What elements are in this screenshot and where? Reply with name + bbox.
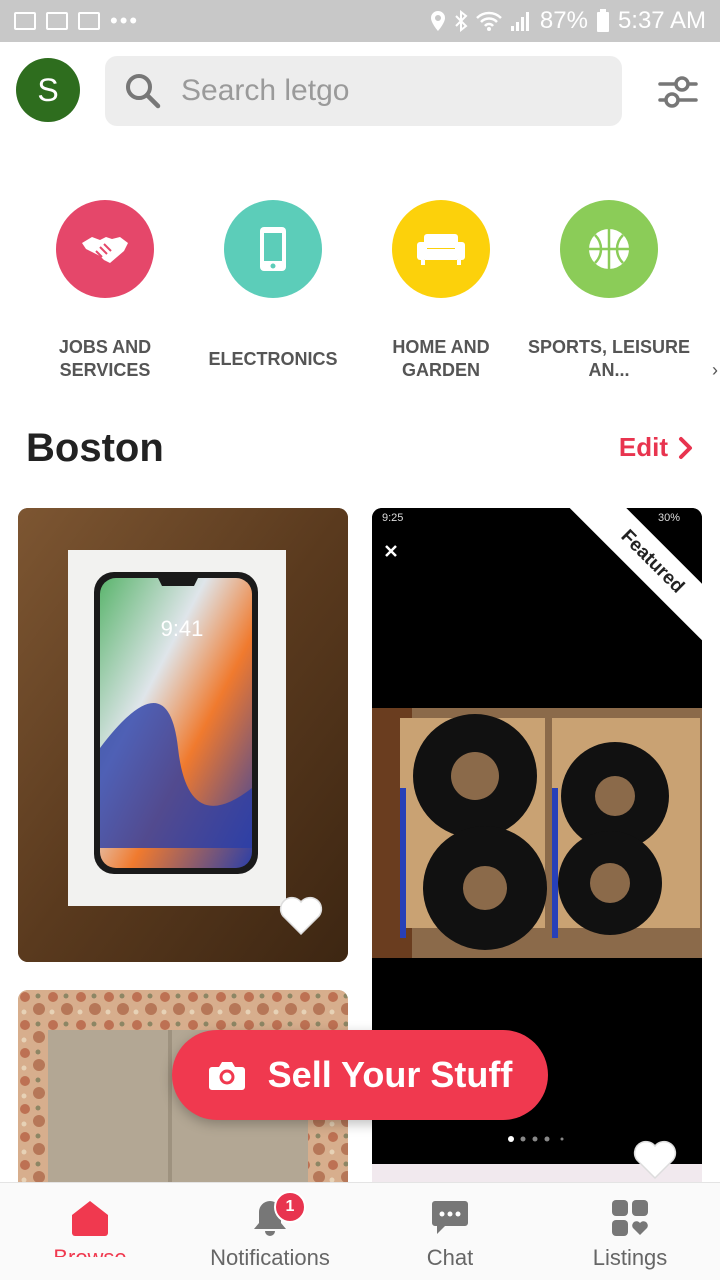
- category-label: ELECTRONICS: [208, 348, 338, 369]
- location-title: Boston: [26, 426, 164, 470]
- sofa-icon: [417, 234, 465, 265]
- sell-button-label: Sell Your Stuff: [267, 1054, 513, 1095]
- mail-notification-icon: [78, 12, 100, 30]
- search-bar[interactable]: [105, 56, 622, 126]
- tab-browse[interactable]: Browse: [0, 1183, 180, 1280]
- chevron-right-icon: ›: [712, 360, 718, 380]
- category-jobs-and-services[interactable]: JOBS AND SERVICES: [20, 200, 190, 382]
- listing-card[interactable]: 9:41: [18, 508, 348, 962]
- category-circle: [56, 200, 154, 298]
- category-home-and-garden[interactable]: HOME AND GARDEN: [356, 200, 526, 382]
- overlay-battery: 30%: [658, 512, 681, 524]
- edit-location-button[interactable]: Edit: [619, 432, 694, 463]
- top-header: S: [0, 56, 720, 128]
- category-electronics[interactable]: ELECTRONICS: [188, 200, 358, 382]
- search-input[interactable]: [181, 74, 601, 108]
- listings-icon: [612, 1200, 648, 1236]
- avatar[interactable]: S: [16, 58, 80, 122]
- category-carousel: JOBS AND SERVICES ELECTRONICS HOME AND G…: [0, 200, 720, 390]
- overlay-time: 9:25: [382, 512, 404, 524]
- bluetooth-icon: [455, 10, 468, 32]
- gallery-notification-icon: [14, 12, 36, 30]
- location-icon: [430, 11, 445, 31]
- notification-badge: 1: [274, 1191, 306, 1223]
- status-bar: ••• 87% 5:37 AM: [0, 0, 720, 42]
- nav-label: Listings: [592, 1245, 668, 1270]
- battery-icon: [596, 9, 609, 32]
- phone-icon: [260, 227, 286, 271]
- wifi-icon: [476, 11, 502, 31]
- edit-label: Edit: [618, 432, 668, 462]
- category-label: HOME AND GARDEN: [392, 337, 490, 380]
- status-bar-left: •••: [14, 8, 139, 34]
- close-icon: [385, 545, 397, 557]
- play-notification-icon: [46, 12, 68, 30]
- tab-chat[interactable]: Chat: [360, 1183, 540, 1280]
- basketball-icon: [589, 229, 629, 269]
- handshake-icon: [82, 237, 128, 263]
- svg-text:9:41: 9:41: [161, 616, 204, 641]
- clock: 5:37 AM: [617, 7, 706, 34]
- heart-icon[interactable]: [632, 1138, 678, 1180]
- battery-percent: 87%: [539, 7, 588, 34]
- heart-icon[interactable]: [278, 894, 324, 936]
- signal-icon: [510, 12, 529, 31]
- sell-your-stuff-button[interactable]: Sell Your Stuff: [172, 1030, 548, 1120]
- camera-icon: [208, 1062, 245, 1090]
- search-icon: [126, 74, 161, 109]
- status-bar-right: 87% 5:37 AM: [430, 7, 706, 35]
- nav-label: Browse: [53, 1245, 126, 1257]
- category-circle: [392, 200, 490, 298]
- nav-label: Notifications: [210, 1245, 330, 1270]
- tab-notifications[interactable]: 1 Notifications: [180, 1183, 360, 1280]
- more-notifications-icon: •••: [110, 8, 140, 33]
- filter-icon[interactable]: [656, 72, 700, 112]
- tab-listings[interactable]: Listings: [540, 1183, 720, 1280]
- home-icon: [72, 1201, 108, 1236]
- chat-icon: [432, 1201, 468, 1234]
- bottom-navigation: Browse 1 Notifications Chat Listings: [0, 1182, 720, 1280]
- chevron-right-icon: [679, 436, 692, 459]
- category-label: JOBS AND SERVICES: [58, 337, 152, 380]
- nav-label: Chat: [426, 1245, 474, 1270]
- category-label: SPORTS, LEISURE AN...: [527, 337, 691, 380]
- category-circle: [560, 200, 658, 298]
- category-sports-leisure[interactable]: SPORTS, LEISURE AN...: [524, 200, 694, 382]
- category-circle: [224, 200, 322, 298]
